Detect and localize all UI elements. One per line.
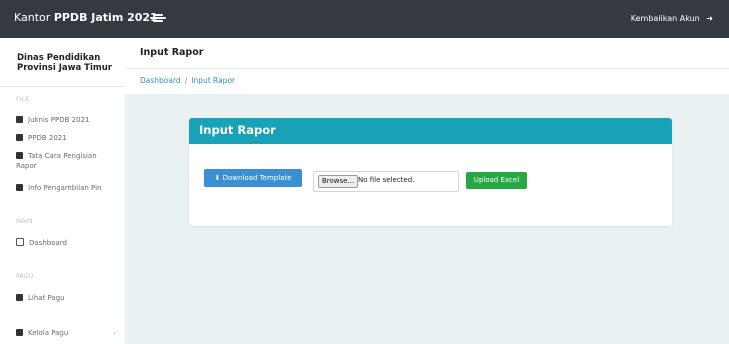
sidebar-section-file: FILE	[16, 96, 30, 103]
table-icon	[16, 294, 23, 301]
sidebar-section-pagu: PAGU	[16, 273, 34, 280]
book-icon	[16, 184, 23, 191]
sidebar-divider	[0, 86, 125, 87]
download-icon: ⬇	[214, 174, 221, 182]
page-header: Input Rapor	[125, 38, 729, 69]
sidebar-item-label: Dashboard	[29, 239, 67, 247]
brand-prefix: Kantor	[14, 11, 51, 24]
browse-button[interactable]: Browse...	[318, 175, 359, 188]
input-rapor-card: Input Rapor ⬇ Download Template Browse..…	[189, 118, 672, 226]
sidebar-item-label: Tata Cara Pengisian Rapor	[16, 152, 97, 170]
chevron-left-icon: ‹	[113, 329, 116, 337]
upload-excel-button[interactable]: Upload Excel	[466, 172, 527, 189]
file-status: No file selected.	[358, 176, 415, 184]
page-title: Input Rapor	[140, 47, 204, 58]
brand-name: PPDB Jatim 2021	[53, 11, 158, 24]
return-account-label: Kembalikan Akun	[630, 14, 700, 23]
sidebar-item-ppdb[interactable]: PPDB 2021	[16, 133, 116, 143]
card-title: Input Rapor	[199, 123, 276, 137]
sidebar-item-label: Lihat Pagu	[28, 294, 65, 302]
top-navbar: Kantor PPDB Jatim 2021 Kembalikan Akun ➜	[0, 0, 729, 38]
sidebar-item-lihat-pagu[interactable]: Lihat Pagu	[16, 293, 116, 303]
clipboard-icon	[16, 329, 23, 336]
breadcrumb: Dashboard / Input Rapor	[125, 69, 729, 94]
breadcrumb-dashboard[interactable]: Dashboard	[140, 76, 181, 85]
sidebar-item-label: PPDB 2021	[28, 134, 67, 142]
book-icon	[16, 116, 23, 123]
sidebar-item-dashboard[interactable]: Dashboard	[16, 238, 116, 248]
breadcrumb-separator: /	[184, 76, 188, 85]
breadcrumb-current: Input Rapor	[191, 76, 236, 85]
sidebar-item-label: Kelola Pagu	[28, 329, 69, 337]
home-icon	[16, 238, 24, 246]
download-template-button[interactable]: ⬇ Download Template	[204, 169, 302, 187]
sidebar-section-main: MAIN	[16, 218, 33, 225]
sidebar-title: Dinas Pendidikan Provinsi Jawa Timur	[17, 53, 112, 73]
brand-title[interactable]: Kantor PPDB Jatim 2021	[14, 11, 158, 24]
sidebar-item-tata-cara[interactable]: Tata Cara Pengisian Rapor	[16, 151, 116, 171]
book-icon	[16, 152, 23, 159]
book-icon	[16, 134, 23, 141]
sidebar-item-label: Info Pengambilan Pin	[28, 184, 102, 192]
sidebar-item-label: Juknis PPDB 2021	[28, 116, 90, 124]
sidebar-item-juknis[interactable]: Juknis PPDB 2021	[16, 115, 116, 125]
sidebar: Dinas Pendidikan Provinsi Jawa Timur FIL…	[0, 38, 126, 344]
return-account-link[interactable]: Kembalikan Akun ➜	[631, 14, 713, 23]
sign-out-icon: ➜	[706, 14, 713, 23]
hamburger-icon[interactable]	[150, 10, 166, 26]
download-template-label: Download Template	[222, 174, 292, 182]
sidebar-item-info-pin[interactable]: Info Pengambilan Pin	[16, 183, 116, 193]
file-input[interactable]: Browse... No file selected.	[313, 171, 459, 192]
sidebar-item-kelola-pagu[interactable]: Kelola Pagu ‹	[16, 328, 116, 338]
card-header: Input Rapor	[189, 118, 672, 144]
